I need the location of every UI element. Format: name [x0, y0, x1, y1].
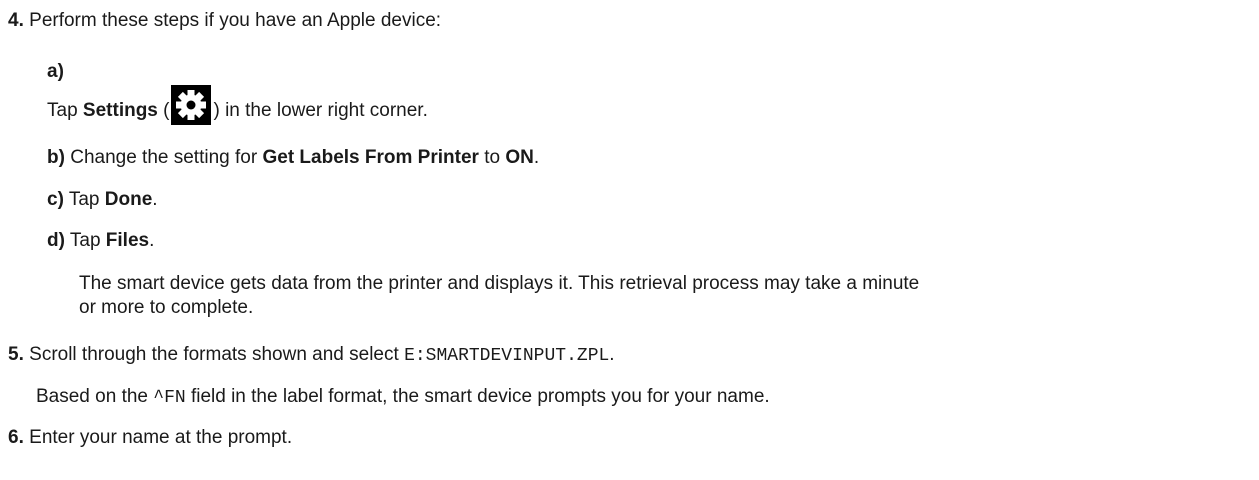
step-4-note: The smart device gets data from the prin…: [79, 273, 920, 318]
substep-d: d) Tap Files.: [47, 230, 155, 251]
step-text: Perform these steps if you have an Apple…: [29, 10, 442, 31]
gear-icon: [171, 85, 212, 125]
substep-b: b) Change the setting for Get Labels Fro…: [47, 147, 540, 168]
substep-text: Tap: [47, 100, 83, 121]
step-number: 6.: [8, 427, 24, 448]
step-6: 6. Enter your name at the prompt.: [8, 427, 293, 448]
step-4: 4. Perform these steps if you have an Ap…: [8, 9, 441, 33]
step-number: 4.: [8, 10, 24, 31]
step-5: 5. Scroll through the formats shown and …: [8, 344, 615, 366]
ui-term: Files: [105, 230, 150, 251]
code-filename: E:SMARTDEVINPUT.ZPL: [404, 346, 610, 366]
ui-term: Get Labels From Printer: [262, 147, 479, 168]
step-number: 5.: [8, 344, 24, 365]
substep-a: Tap Settings ( ) in the lower right corn…: [47, 85, 428, 131]
code-field: ^FN: [153, 388, 186, 408]
substep-c: c) Tap Done.: [47, 189, 158, 210]
step-5-note: Based on the ^FN field in the label form…: [36, 386, 770, 408]
ui-term: ON: [505, 147, 534, 168]
ui-term: Settings: [82, 100, 158, 121]
substep-a-letter: a): [47, 61, 64, 82]
ui-term: Done: [104, 189, 153, 210]
